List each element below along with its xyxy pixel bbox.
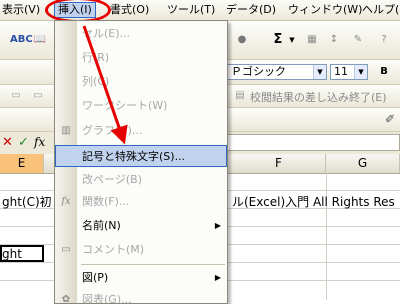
menu-item-label: 改ページ(B) (82, 173, 142, 186)
end-review-label[interactable]: 校閲結果の差し込み終了(E) (250, 89, 387, 105)
menu-item-label: ワークシート(W) (82, 99, 168, 112)
review-icon[interactable]: ▤ (232, 88, 248, 104)
menu-tools[interactable]: ツール(T) (167, 3, 215, 17)
menu-item-function[interactable]: fx 関数(F)... (55, 191, 227, 213)
autosum-icon[interactable]: ● (234, 32, 250, 48)
spellcheck-icon[interactable]: ABC (10, 32, 33, 48)
menu-item-chart[interactable]: ▥ グラフ(H)... (55, 120, 227, 142)
menu-item-worksheet[interactable]: ワークシート(W) (55, 95, 227, 117)
menu-item-label: 列(C) (82, 75, 110, 88)
menu-data[interactable]: データ(D) (226, 3, 276, 17)
cancel-icon[interactable]: ✕ (2, 135, 13, 150)
chevron-down-icon[interactable]: ▼ (354, 65, 367, 79)
column-header-g[interactable]: G (326, 154, 400, 173)
enter-check-icon[interactable]: ✓ (18, 135, 29, 150)
menu-item-page-break[interactable]: 改ページ(B) (55, 169, 227, 191)
submenu-arrow-icon: ▶ (214, 221, 221, 230)
help-icon[interactable]: ? (376, 32, 392, 48)
insert-menu: セル(E)... 行(R) 列(C) ワークシート(W) ▥ グラフ(H)...… (54, 20, 228, 304)
font-name-combo[interactable]: Ｐゴシック ▼ (227, 64, 327, 80)
menu-item-label: 記号と特殊文字(S)... (82, 150, 186, 163)
menu-item-label: 行(R) (82, 51, 110, 64)
menu-separator (81, 264, 225, 265)
chart-icon: ▥ (61, 125, 71, 136)
pencil-icon[interactable]: ✐ (382, 111, 398, 127)
cell-title-right[interactable]: ル(Excel)入門 All Rights Res (232, 193, 395, 210)
insert-function-icon[interactable]: fx (34, 135, 45, 149)
bold-icon[interactable]: B (376, 64, 392, 80)
research-icon[interactable]: 📖 (32, 32, 48, 48)
submenu-arrow-icon: ▶ (214, 273, 221, 282)
menu-format[interactable]: 書式(O) (110, 3, 149, 17)
previous-comment-icon[interactable]: ▭ (30, 88, 46, 104)
menu-item-label: セル(E)... (82, 27, 131, 40)
column-header-e[interactable]: E (0, 154, 44, 173)
active-cell-text: ght (2, 247, 22, 261)
menu-item-label: 図(P) (82, 271, 109, 284)
menu-item-symbol[interactable]: 記号と特殊文字(S)... (55, 145, 227, 167)
menu-item-label: 図表(G)... (82, 293, 132, 303)
drawing-icon[interactable]: ✎ (350, 32, 366, 48)
sort-icon[interactable]: ↕ (326, 32, 342, 48)
menu-item-comment[interactable]: ▭ コメント(M) (55, 239, 227, 261)
menu-bar: 表示(V) 挿入(I) 書式(O) ツール(T) データ(D) ウィンドウ(W)… (0, 0, 400, 21)
menu-item-label: グラフ(H)... (82, 124, 143, 137)
comment-icon: ▭ (61, 244, 71, 255)
active-cell[interactable]: ght (0, 245, 44, 262)
menu-item-rows[interactable]: 行(R) (55, 47, 227, 69)
menu-item-name[interactable]: 名前(N) ▶ (55, 215, 227, 237)
menu-help[interactable]: ヘルプ(H) (362, 3, 400, 17)
font-size-value: 11 (334, 65, 348, 78)
menu-item-label: 名前(N) (82, 219, 121, 232)
cell-title-left[interactable]: ght(C)初 (2, 193, 52, 210)
menu-item-cells[interactable]: セル(E)... (55, 23, 227, 45)
menu-item-diagram[interactable]: ✿ 図表(G)... (55, 289, 227, 303)
menu-window[interactable]: ウィンドウ(W) (288, 3, 362, 17)
menu-item-label: 関数(F)... (82, 195, 130, 208)
function-icon: fx (61, 196, 71, 207)
diagram-icon: ✿ (61, 294, 71, 303)
menu-insert[interactable]: 挿入(I) (54, 2, 96, 18)
column-header-f[interactable]: F (232, 154, 326, 173)
menu-item-label: コメント(M) (82, 243, 145, 256)
menu-view[interactable]: 表示(V) (2, 3, 40, 17)
font-size-combo[interactable]: 11 ▼ (330, 64, 368, 80)
chevron-down-icon[interactable]: ▼ (313, 65, 326, 79)
font-name-value: Ｐゴシック (231, 65, 286, 78)
chart-wizard-icon[interactable]: ▦ (304, 32, 320, 48)
new-comment-icon[interactable]: ▭ (8, 88, 24, 104)
menu-item-picture[interactable]: 図(P) ▶ (55, 267, 227, 289)
chevron-down-icon[interactable]: ▼ (284, 32, 300, 48)
menu-item-columns[interactable]: 列(C) (55, 71, 227, 93)
